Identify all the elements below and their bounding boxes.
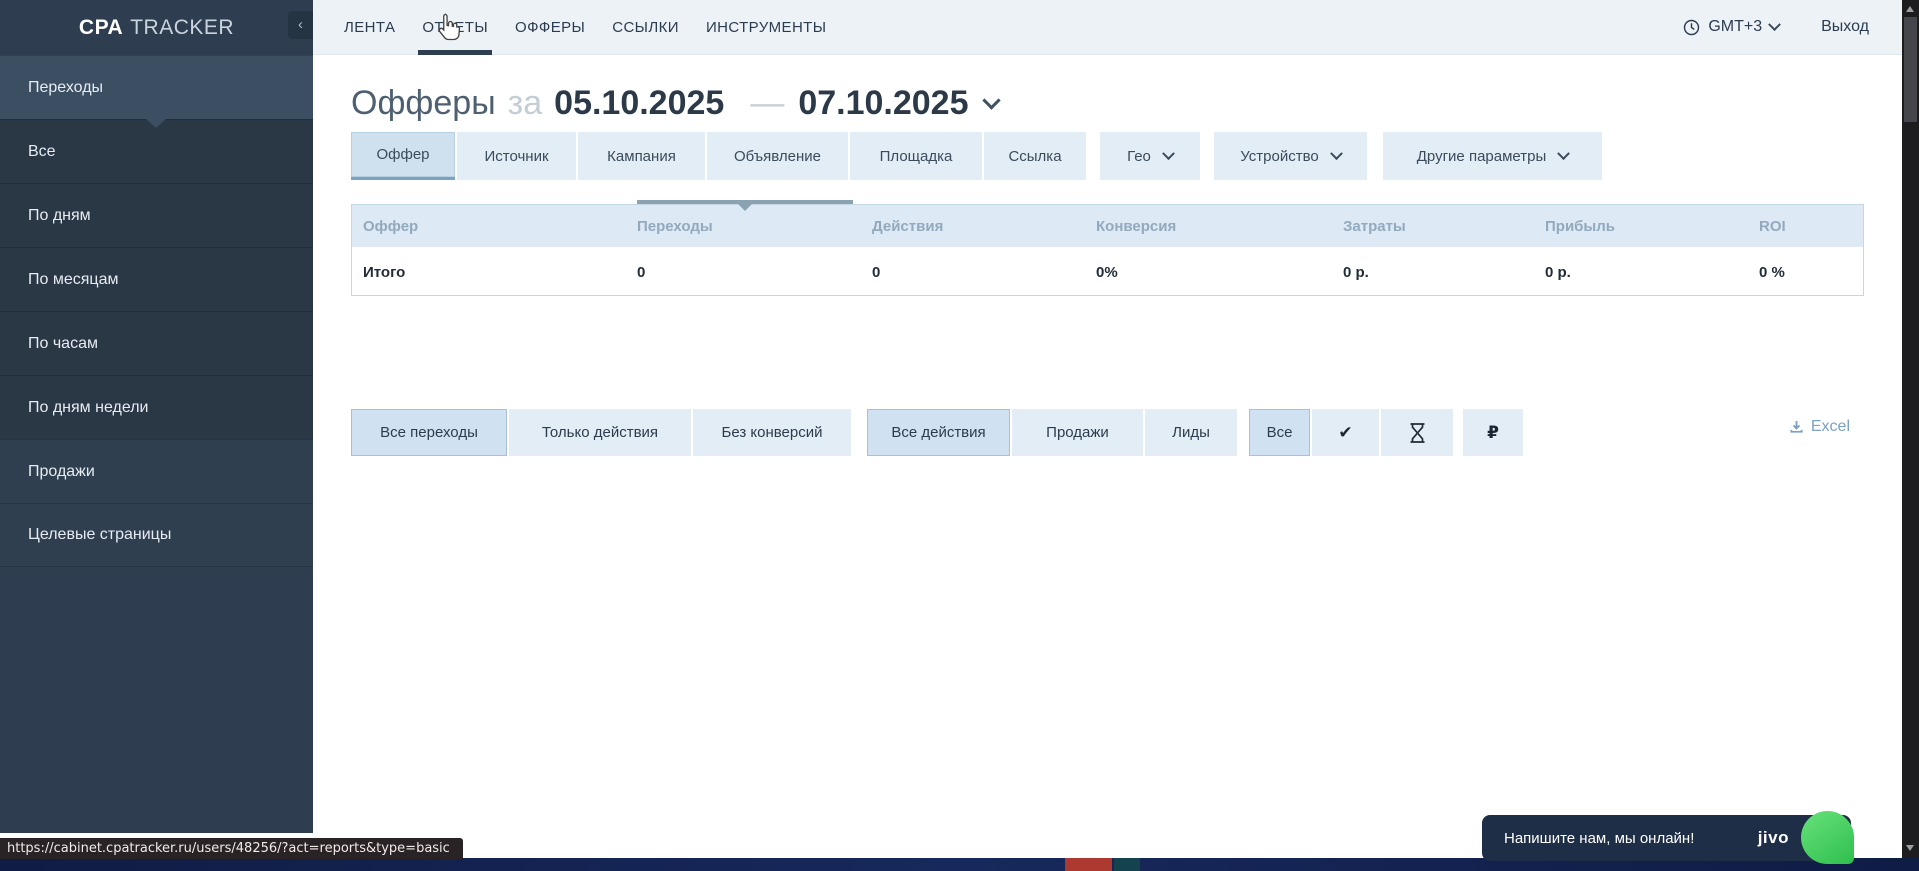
nav-lenta[interactable]: ЛЕНТА [344, 0, 395, 55]
sidebar-item-po-dnyam[interactable]: По дням [0, 183, 313, 247]
sidebar-item-celevye-stranicy[interactable]: Целевые страницы [0, 503, 313, 567]
dropdown-geo[interactable]: Гео [1100, 132, 1200, 180]
clock-icon [1683, 19, 1700, 36]
col-konversiya[interactable]: Конверсия [1096, 218, 1343, 235]
dimension-tabs: Оффер Источник Кампания Объявление Площа… [351, 132, 1602, 180]
taskbar-item-teal [1114, 858, 1140, 871]
filter-currency-ruble[interactable]: ₽ [1463, 409, 1523, 456]
chat-widget[interactable]: Напишите нам, мы онлайн! jivo [1482, 815, 1851, 861]
filter-bez-konversiy[interactable]: Без конверсий [693, 409, 851, 456]
filter-vse-deystviya[interactable]: Все действия [867, 409, 1010, 456]
totals-konversiya: 0% [1096, 264, 1343, 281]
sort-indicator [637, 200, 853, 204]
chevron-down-icon [1557, 147, 1570, 160]
tab-offer[interactable]: Оффер [351, 132, 455, 180]
dropdown-drugie-parametry[interactable]: Другие параметры [1383, 132, 1602, 180]
nav-offery[interactable]: ОФФЕРЫ [515, 0, 585, 55]
chat-leaf-icon [1801, 811, 1854, 864]
report-title-entity: Офферы [351, 84, 496, 123]
browser-status-url: https://cabinet.cpatracker.ru/users/4825… [0, 838, 463, 859]
hourglass-icon [1409, 423, 1426, 443]
col-perehody[interactable]: Переходы [637, 218, 872, 235]
app-logo: CPA TRACKER ‹ [0, 0, 313, 55]
scrollbar-thumb[interactable] [1904, 17, 1917, 122]
filter-vse-perehody[interactable]: Все переходы [351, 409, 507, 456]
report-page: Офферы за 05.10.2025 — 07.10.2025 Оффер … [313, 56, 1903, 858]
nav-otchety[interactable]: ОТЧЕТЫ [422, 0, 488, 55]
filter-bar: Все переходы Только действия Без конверс… [351, 409, 1525, 456]
sort-arrow-icon [738, 204, 752, 211]
export-excel-label: Excel [1811, 418, 1850, 436]
top-bar: ЛЕНТА ОТЧЕТЫ ОФФЕРЫ ССЫЛКИ ИНСТРУМЕНТЫ G… [313, 0, 1903, 55]
sidebar-menu: Переходы Все По дням По месяцам По часам… [0, 55, 313, 567]
taskbar-item-red [1065, 858, 1112, 871]
table-totals-row: Итого 0 0 0% 0 р. 0 р. 0 % [352, 249, 1863, 295]
logout-link[interactable]: Выход [1821, 18, 1869, 36]
filter-tolko-deystviya[interactable]: Только действия [509, 409, 691, 456]
topbar-right: GMT+3 Выход [1683, 18, 1869, 36]
nav-instrumenty[interactable]: ИНСТРУМЕНТЫ [706, 0, 827, 55]
tab-kampaniya[interactable]: Кампания [578, 132, 705, 180]
logo-tracker: TRACKER [130, 16, 234, 40]
chevron-down-icon [1162, 147, 1175, 160]
download-icon [1789, 420, 1804, 435]
col-deystviya[interactable]: Действия [872, 218, 1096, 235]
tab-ssylka[interactable]: Ссылка [984, 132, 1086, 180]
date-to[interactable]: 07.10.2025 [798, 84, 968, 123]
sidebar-collapse-button[interactable]: ‹ [288, 11, 313, 39]
report-table: Оффер Переходы Действия Конверсия Затрат… [351, 204, 1864, 296]
table-header-row: Оффер Переходы Действия Конверсия Затрат… [352, 205, 1863, 249]
sidebar-item-prodazhi[interactable]: Продажи [0, 439, 313, 503]
main-nav: ЛЕНТА ОТЧЕТЫ ОФФЕРЫ ССЫЛКИ ИНСТРУМЕНТЫ [344, 0, 826, 55]
scroll-down-arrow-icon[interactable] [1906, 845, 1914, 851]
dropdown-ustroystvo[interactable]: Устройство [1214, 132, 1367, 180]
totals-zatraty: 0 р. [1343, 264, 1545, 281]
report-title: Офферы за 05.10.2025 — 07.10.2025 [351, 84, 998, 123]
filter-lidy[interactable]: Лиды [1145, 409, 1237, 456]
totals-label: Итого [363, 264, 637, 281]
chevron-down-icon [1330, 147, 1343, 160]
logo-cpa: CPA [79, 16, 123, 40]
tab-obyavlenie[interactable]: Объявление [707, 132, 848, 180]
timezone-label: GMT+3 [1708, 18, 1762, 36]
tab-istochnik[interactable]: Источник [457, 132, 576, 180]
filter-status-vse[interactable]: Все [1249, 409, 1310, 456]
sidebar-item-po-mesyacam[interactable]: По месяцам [0, 247, 313, 311]
sidebar: CPA TRACKER ‹ Переходы Все По дням По ме… [0, 0, 313, 833]
col-pribyl[interactable]: Прибыль [1545, 218, 1759, 235]
sidebar-item-vse[interactable]: Все [0, 119, 313, 183]
filter-prodazhi[interactable]: Продажи [1012, 409, 1143, 456]
filter-status-pending[interactable] [1381, 409, 1453, 456]
report-title-preposition: за [508, 84, 543, 123]
nav-ssylki[interactable]: ССЫЛКИ [612, 0, 679, 55]
chevron-down-icon [1768, 18, 1781, 31]
col-offer[interactable]: Оффер [363, 218, 637, 235]
export-excel-link[interactable]: Excel [1789, 418, 1850, 436]
timezone-selector[interactable]: GMT+3 [1683, 18, 1779, 36]
totals-roi: 0 % [1759, 264, 1863, 281]
sidebar-item-po-chasam[interactable]: По часам [0, 311, 313, 375]
totals-perehody: 0 [637, 264, 872, 281]
totals-deystviya: 0 [872, 264, 1096, 281]
scroll-up-arrow-icon[interactable] [1906, 6, 1914, 12]
col-zatraty[interactable]: Затраты [1343, 218, 1545, 235]
col-roi[interactable]: ROI [1759, 218, 1863, 235]
tab-ploshchadka[interactable]: Площадка [850, 132, 982, 180]
date-range-dash: — [750, 84, 784, 123]
date-range-chevron-icon[interactable] [982, 91, 1000, 109]
chat-brand-logo: jivo [1758, 828, 1789, 848]
sidebar-item-perehody[interactable]: Переходы [0, 55, 313, 119]
check-icon: ✔ [1338, 423, 1352, 443]
totals-pribyl: 0 р. [1545, 264, 1759, 281]
page-scrollbar[interactable] [1902, 0, 1919, 858]
chat-message: Напишите нам, мы онлайн! [1504, 830, 1694, 847]
sidebar-item-po-dnyam-nedeli[interactable]: По дням недели [0, 375, 313, 439]
ruble-icon: ₽ [1487, 423, 1499, 443]
filter-status-approved[interactable]: ✔ [1312, 409, 1379, 456]
date-from[interactable]: 05.10.2025 [554, 84, 724, 123]
